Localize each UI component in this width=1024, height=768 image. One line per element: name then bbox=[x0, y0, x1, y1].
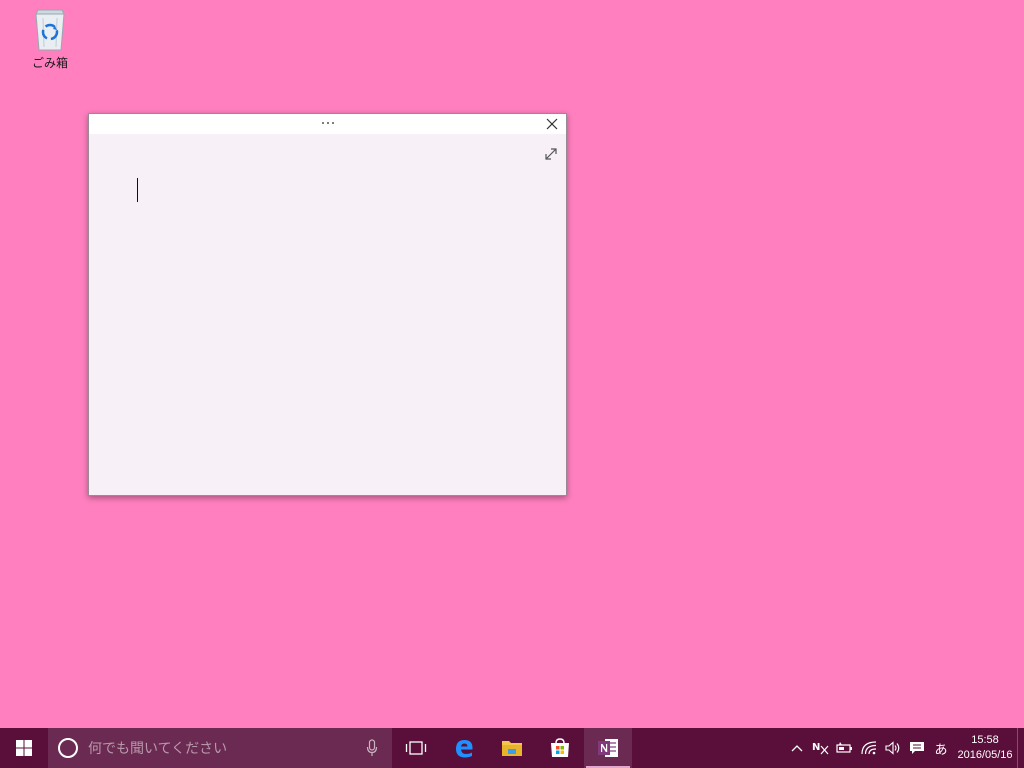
tray-clock[interactable]: 15:58 2016/05/16 bbox=[953, 728, 1017, 768]
note-menu-button[interactable] bbox=[313, 115, 343, 131]
action-center-icon bbox=[910, 742, 924, 754]
show-desktop-button[interactable] bbox=[1017, 728, 1024, 768]
wifi-icon bbox=[861, 741, 877, 755]
desktop-icon-recycle-bin[interactable]: ごみ箱 bbox=[22, 6, 78, 70]
onenote-icon bbox=[598, 739, 618, 757]
ellipsis-icon bbox=[321, 122, 324, 124]
edge-icon bbox=[456, 740, 473, 758]
expand-icon bbox=[545, 148, 557, 160]
note-titlebar[interactable] bbox=[89, 114, 566, 134]
task-view-button[interactable] bbox=[392, 728, 440, 768]
folder-icon bbox=[502, 741, 522, 756]
search-placeholder: 何でも聞いてください bbox=[88, 741, 228, 757]
note-close-button[interactable] bbox=[540, 114, 564, 134]
close-icon bbox=[546, 118, 558, 130]
cortana-circle-icon bbox=[58, 738, 78, 758]
tray-volume[interactable] bbox=[881, 728, 905, 768]
taskbar-app-onenote[interactable] bbox=[584, 728, 632, 768]
microphone-icon[interactable] bbox=[366, 739, 378, 757]
volume-icon bbox=[885, 741, 900, 755]
text-caret bbox=[137, 178, 138, 202]
note-expand-button[interactable] bbox=[544, 146, 558, 160]
system-tray: N あ 15:58 2016/05/16 bbox=[785, 728, 1024, 768]
ellipsis-icon bbox=[326, 122, 329, 124]
store-icon bbox=[551, 738, 569, 757]
tray-chevron-button[interactable] bbox=[785, 728, 809, 768]
battery-icon bbox=[836, 742, 852, 753]
taskbar-app-store[interactable] bbox=[536, 728, 584, 768]
tray-wifi[interactable] bbox=[857, 728, 881, 768]
sticky-note-window[interactable] bbox=[88, 113, 567, 496]
chevron-up-icon bbox=[791, 745, 803, 752]
taskbar: 何でも聞いてください N あ 15:58 2016/05/16 bbox=[0, 728, 1024, 768]
recycle-bin-icon bbox=[35, 9, 65, 51]
svg-text:N: N bbox=[812, 742, 820, 753]
task-view-icon bbox=[405, 741, 427, 755]
desktop-icon-label: ごみ箱 bbox=[31, 56, 68, 70]
taskbar-app-edge[interactable] bbox=[440, 728, 488, 768]
taskbar-app-file-explorer[interactable] bbox=[488, 728, 536, 768]
start-button[interactable] bbox=[0, 728, 48, 768]
tray-action-center[interactable] bbox=[905, 728, 929, 768]
windows-start-icon bbox=[16, 740, 32, 756]
clock-date: 2016/05/16 bbox=[957, 749, 1013, 761]
ellipsis-icon bbox=[331, 122, 334, 124]
tray-network-activity[interactable]: N bbox=[809, 728, 833, 768]
tray-battery[interactable] bbox=[833, 728, 857, 768]
search-box[interactable]: 何でも聞いてください bbox=[48, 728, 392, 768]
tray-ime-indicator[interactable]: あ bbox=[929, 728, 953, 768]
network-n-icon: N bbox=[812, 742, 829, 755]
clock-time: 15:58 bbox=[971, 734, 999, 746]
note-text-area[interactable] bbox=[137, 178, 537, 458]
